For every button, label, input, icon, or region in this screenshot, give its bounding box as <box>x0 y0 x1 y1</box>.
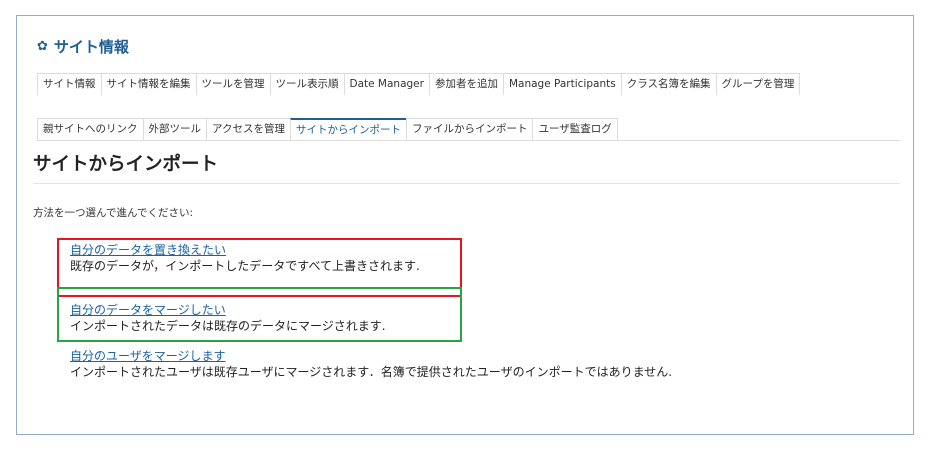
tab-date-manager[interactable]: Date Manager <box>343 73 430 95</box>
tab-manage-participants[interactable]: Manage Participants <box>502 73 622 95</box>
heading-divider <box>33 183 900 184</box>
tab-row-1: サイト情報 サイト情報を編集 ツールを管理 ツール表示順 Date Manage… <box>37 73 801 95</box>
tabs-divider <box>37 140 900 141</box>
replace-data-description: 既存のデータが，インポートしたデータですべて上書きされます. <box>70 259 420 273</box>
tab-edit-site-info[interactable]: サイト情報を編集 <box>100 73 197 95</box>
tab-user-audit-log[interactable]: ユーザ監査ログ <box>532 118 618 140</box>
tab-manage-groups[interactable]: グループを管理 <box>715 73 801 95</box>
tool-panel: ✿ サイト情報 サイト情報 サイト情報を編集 ツールを管理 ツール表示順 Dat… <box>16 15 914 435</box>
tab-edit-class-roster[interactable]: クラス名簿を編集 <box>620 73 717 95</box>
merge-users-link[interactable]: 自分のユーザをマージします <box>70 349 817 364</box>
tab-import-from-site[interactable]: サイトからインポート <box>289 118 407 140</box>
tab-link-to-parent-site[interactable]: 親サイトへのリンク <box>37 118 144 140</box>
merge-data-description: インポートされたデータは既存のデータにマージされます. <box>70 319 386 333</box>
tab-site-info[interactable]: サイト情報 <box>37 73 102 95</box>
tab-tool-order[interactable]: ツール表示順 <box>269 73 345 95</box>
site-title: ✿ サイト情報 <box>37 36 129 57</box>
site-title-label: サイト情報 <box>53 38 129 56</box>
tab-import-from-file[interactable]: ファイルからインポート <box>405 118 534 140</box>
tab-manage-tools[interactable]: ツールを管理 <box>195 73 271 95</box>
page-title: サイトからインポート <box>33 154 219 175</box>
tab-manage-access[interactable]: アクセスを管理 <box>206 118 291 140</box>
option-merge-users: 自分のユーザをマージします インポートされたユーザは既存ユーザにマージされます．… <box>57 334 817 379</box>
gear-icon: ✿ <box>37 39 48 54</box>
merge-data-link[interactable]: 自分のデータをマージしたい <box>70 303 460 318</box>
tab-external-tools[interactable]: 外部ツール <box>142 118 207 140</box>
instruction-text: 方法を一つ選んで進んでください: <box>33 207 193 219</box>
merge-users-description: インポートされたユーザは既存ユーザにマージされます．名簿で提供されたユーザのイン… <box>70 365 673 379</box>
tab-add-participants[interactable]: 参加者を追加 <box>428 73 504 95</box>
replace-data-link[interactable]: 自分のデータを置き換えたい <box>70 243 460 258</box>
tab-row-2: 親サイトへのリンク 外部ツール アクセスを管理 サイトからインポート ファイルか… <box>37 118 618 140</box>
